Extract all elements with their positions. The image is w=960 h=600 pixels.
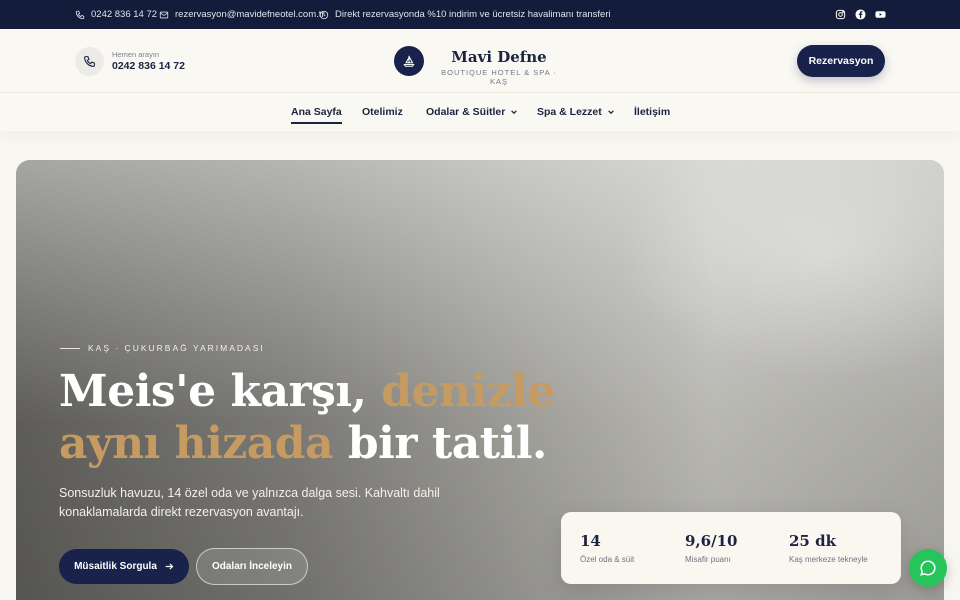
hero-eyebrow: KAŞ · ÇUKURBAĞ YARIMADASI [60, 343, 265, 353]
headline-part1: Meis'e karşı, [59, 366, 382, 417]
instagram-link[interactable] [835, 0, 846, 29]
topbar-promo-text: Direkt rezervasyonda %10 indirim ve ücre… [335, 9, 611, 20]
nav-item-rooms[interactable]: Odalar & Süitler [426, 93, 518, 131]
nav-item-contact[interactable]: İletişim [634, 93, 670, 131]
stat-label: Misafir puanı [685, 555, 731, 564]
whatsapp-chat-button[interactable] [909, 549, 947, 587]
call-button[interactable] [75, 47, 104, 76]
logo[interactable] [394, 46, 424, 76]
eyebrow-line [60, 347, 80, 349]
call-number[interactable]: 0242 836 14 72 [112, 60, 185, 72]
top-bar: 0242 836 14 72 rezervasyon@mavidefneotel… [0, 0, 960, 29]
nav-item-label: Otelimiz [362, 106, 403, 118]
mail-icon [159, 11, 169, 18]
stat-value: 25 dk [789, 532, 836, 550]
stats-card: 14 Özel oda & süit 9,6/10 Misafir puanı … [561, 512, 901, 584]
youtube-icon [875, 11, 886, 18]
nav-item-label: Ana Sayfa [291, 106, 342, 118]
arrow-right-icon [165, 563, 174, 570]
nav-item-spa[interactable]: Spa & Lezzet [537, 93, 615, 131]
topbar-phone[interactable]: 0242 836 14 72 [75, 0, 157, 29]
chat-bubble-icon [920, 560, 936, 576]
nav-item-label: İletişim [634, 106, 671, 118]
sailboat-icon [403, 55, 415, 67]
stat-label: Özel oda & süit [580, 555, 635, 564]
youtube-link[interactable] [875, 0, 886, 29]
check-availability-button[interactable]: Müsaitlik Sorgula [59, 549, 189, 584]
chevron-down-icon [607, 110, 614, 115]
instagram-icon [835, 9, 846, 20]
nav-item-home[interactable]: Ana Sayfa [291, 93, 342, 131]
phone-icon [84, 56, 95, 67]
main-nav: Ana Sayfa Otelimiz Odalar & Süitler Spa … [0, 93, 960, 131]
brand-tagline: BOUTIQUE HOTEL & SPA · KAŞ [441, 68, 557, 86]
stat-distance: 25 dk Kaş merkeze tekneyle [789, 532, 868, 564]
hero-glow [616, 160, 944, 380]
hero-headline: Meis'e karşı, denizle aynı hizada bir ta… [59, 366, 579, 470]
stat-rating: 9,6/10 Misafir puanı [685, 532, 737, 564]
topbar-email-text: rezervasyon@mavidefneotel.com.tr [175, 9, 325, 20]
facebook-link[interactable] [855, 0, 866, 29]
topbar-phone-text: 0242 836 14 72 [91, 9, 158, 20]
reservation-button[interactable]: Rezervasyon [797, 45, 885, 77]
brand-name[interactable]: Mavi Defne [432, 48, 566, 66]
stat-value: 14 [580, 532, 601, 550]
nav-item-label: Odalar & Süitler [426, 106, 506, 118]
topbar-email[interactable]: rezervasyon@mavidefneotel.com.tr [159, 0, 325, 29]
hero-subtitle: Sonsuzluk havuzu, 14 özel oda ve yalnızc… [59, 486, 440, 519]
site-header: Hemen arayın 0242 836 14 72 Mavi Defne B… [0, 29, 960, 93]
stat-rooms: 14 Özel oda & süit [580, 532, 634, 564]
chevron-down-icon [511, 110, 518, 115]
stat-label: Kaş merkeze tekneyle [789, 555, 868, 564]
phone-icon [75, 10, 85, 19]
facebook-icon [855, 9, 866, 20]
eyebrow-text: KAŞ · ÇUKURBAĞ YARIMADASI [88, 343, 265, 353]
view-rooms-button[interactable]: Odaları İnceleyin [196, 548, 308, 585]
topbar-promo: Direkt rezervasyonda %10 indirim ve ücre… [319, 0, 611, 29]
check-availability-label: Müsaitlik Sorgula [74, 561, 157, 572]
clock-icon [319, 10, 329, 19]
nav-item-hotel[interactable]: Otelimiz [362, 93, 403, 131]
call-label: Hemen arayın [112, 50, 160, 59]
stat-value: 9,6/10 [685, 532, 738, 550]
headline-part2: bir tatil. [333, 418, 547, 469]
nav-item-label: Spa & Lezzet [537, 106, 602, 118]
